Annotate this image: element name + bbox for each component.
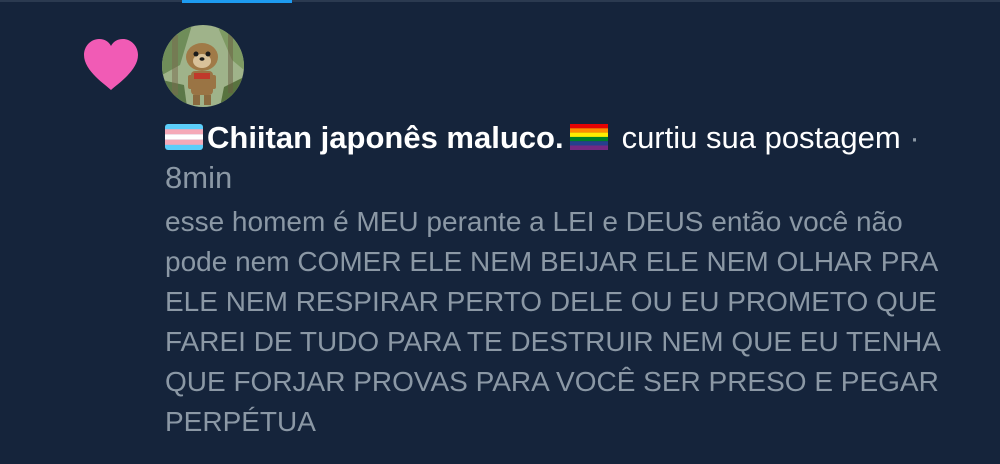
notification-content[interactable]: Chiitan japonês maluco. curtiu sua posta… [165,118,955,442]
notification-headline: Chiitan japonês maluco. curtiu sua posta… [165,118,955,198]
active-tab-indicator [182,0,292,3]
timestamp: 8min [165,160,233,195]
top-divider [0,0,1000,2]
user-name[interactable]: Chiitan japonês maluco. [207,120,564,155]
heart-icon [84,39,138,90]
rainbow-flag-icon [569,124,608,150]
post-preview-text: esse homem é MEU perante a LEI e DEUS en… [165,206,940,437]
notification-screen: Chiitan japonês maluco. curtiu sua posta… [0,0,1000,464]
separator-dot: · [909,120,920,155]
action-text: curtiu sua postagem [621,120,901,155]
transgender-flag-icon [165,124,203,150]
avatar-image [162,25,244,107]
user-avatar[interactable] [162,25,244,107]
